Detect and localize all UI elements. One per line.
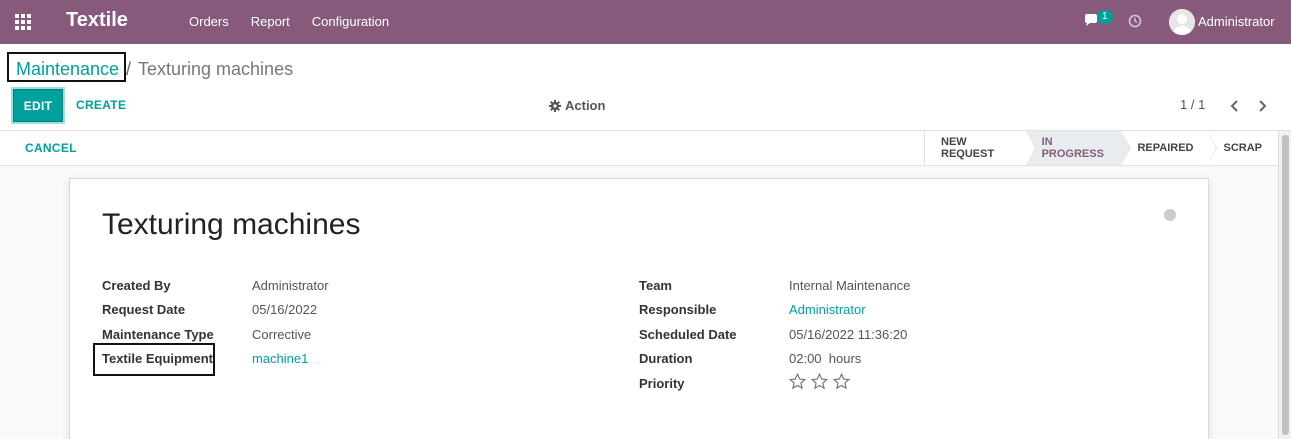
form-statusbar: CANCEL NEW REQUEST IN PROGRESS REPAIRED … — [0, 131, 1278, 166]
stage-label: NEW REQUEST — [941, 136, 995, 160]
menu-item-report[interactable]: Report — [251, 14, 290, 29]
edit-button[interactable]: EDIT — [13, 89, 63, 122]
field-value-created-by: Administrator — [252, 278, 329, 293]
field-label-maintenance-type: Maintenance Type — [102, 327, 214, 342]
field-value-request-date: 05/16/2022 — [252, 302, 318, 317]
top-navbar: Textile Orders Report Configuration 1 Ad… — [0, 0, 1291, 44]
action-dropdown[interactable]: Action — [549, 98, 605, 113]
menu-item-orders[interactable]: Orders — [189, 14, 229, 29]
menu-item-configuration[interactable]: Configuration — [312, 14, 389, 29]
star-icon[interactable] — [833, 373, 850, 390]
star-icon[interactable] — [789, 373, 806, 390]
breadcrumb-parent-link[interactable]: Maintenance — [16, 59, 119, 80]
field-value-textile-equipment-link[interactable]: machine1 — [252, 351, 308, 366]
stage-repaired[interactable]: REPAIRED — [1121, 131, 1218, 165]
cancel-button[interactable]: CANCEL — [25, 141, 77, 155]
field-label-request-date: Request Date — [102, 302, 186, 317]
chevron-left-icon[interactable] — [1229, 99, 1241, 113]
priority-stars — [789, 373, 850, 390]
stage-scrap[interactable]: SCRAP — [1207, 131, 1278, 165]
user-menu-name[interactable]: Administrator — [1198, 14, 1275, 29]
field-label-duration: Duration — [639, 351, 693, 366]
field-value-duration: 02:00 hours — [789, 351, 862, 366]
pager-value[interactable]: 1 / 1 — [1180, 97, 1205, 112]
breadcrumb-separator: / — [126, 59, 132, 79]
field-label-responsible: Responsible — [639, 302, 717, 317]
star-icon[interactable] — [811, 373, 828, 390]
field-value-responsible-link[interactable]: Administrator — [789, 302, 866, 317]
stage-new-request[interactable]: NEW REQUEST — [925, 131, 1036, 165]
stage-in-progress[interactable]: IN PROGRESS — [1025, 131, 1132, 165]
field-label-team: Team — [639, 278, 672, 293]
field-label-scheduled-date: Scheduled Date — [639, 327, 737, 342]
scrollbar-thumb[interactable] — [1282, 135, 1289, 435]
stage-label: SCRAP — [1223, 142, 1262, 154]
user-avatar[interactable] — [1169, 9, 1195, 35]
gear-icon — [549, 99, 561, 112]
stage-label: IN PROGRESS — [1041, 136, 1104, 160]
control-panel: Maintenance / Texturing machines EDIT CR… — [0, 44, 1291, 131]
field-value-maintenance-type: Corrective — [252, 327, 312, 342]
stage-label: REPAIRED — [1137, 142, 1194, 154]
field-label-textile-equipment: Textile Equipment — [102, 351, 213, 366]
stage-pipeline: NEW REQUEST IN PROGRESS REPAIRED SCRAP — [924, 131, 1278, 165]
apps-menu-icon[interactable] — [15, 14, 33, 30]
action-label: Action — [565, 98, 606, 113]
field-label-created-by: Created By — [102, 278, 171, 293]
create-button[interactable]: CREATE — [76, 98, 126, 112]
vertical-scrollbar[interactable] — [1278, 131, 1291, 439]
breadcrumb-current: Texturing machines — [138, 59, 294, 79]
form-sheet: Texturing machines Created By Administra… — [69, 178, 1209, 439]
app-brand[interactable]: Textile — [66, 9, 128, 32]
activity-clock-icon[interactable] — [1128, 14, 1142, 28]
chat-count-badge: 1 — [1097, 10, 1113, 24]
field-value-scheduled-date: 05/16/2022 11:36:20 — [789, 327, 908, 342]
main-menu: Orders Report Configuration — [189, 14, 411, 29]
field-value-team: Internal Maintenance — [789, 278, 911, 293]
field-label-priority: Priority — [639, 376, 685, 391]
kanban-state-dot[interactable] — [1164, 209, 1176, 221]
chevron-right-icon[interactable] — [1256, 99, 1268, 113]
record-title: Texturing machines — [102, 208, 361, 241]
